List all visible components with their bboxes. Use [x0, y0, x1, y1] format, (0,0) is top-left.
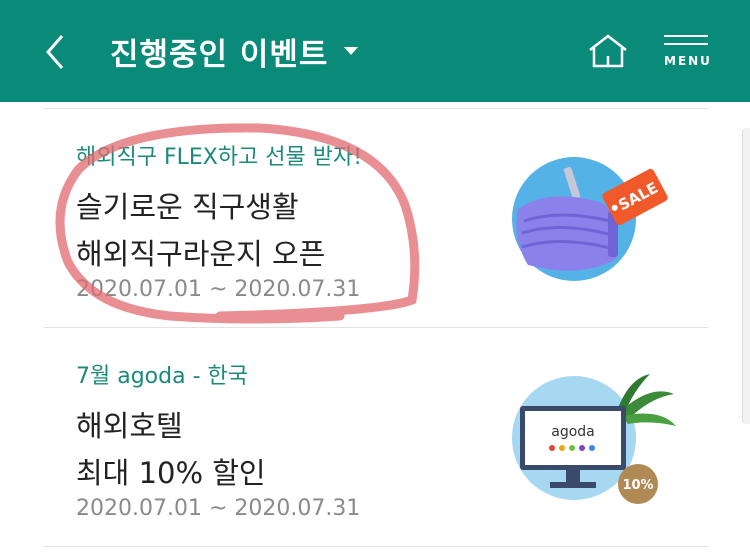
event-title-line1: 슬기로운 직구생활	[76, 190, 299, 224]
event-subtitle: 해외직구 FLEX하고 선물 받자!	[76, 145, 363, 170]
event-title-line1: 해외호텔	[76, 409, 183, 443]
dropdown-caret-icon	[344, 47, 359, 55]
back-arrow-icon	[46, 35, 64, 69]
divider	[44, 546, 708, 547]
home-icon	[589, 34, 627, 68]
app-header: 진행중인 이벤트 MENU	[0, 0, 750, 102]
menu-label: MENU	[664, 54, 712, 68]
scrollbar[interactable]	[742, 128, 750, 424]
event-list: 해외직구 FLEX하고 선물 받자! 슬기로운 직구생활 해외직구라운지 오픈 …	[44, 108, 708, 547]
menu-button[interactable]: MENU	[662, 30, 714, 74]
agoda-logo-text: agoda	[551, 424, 595, 440]
agoda-monitor-thumbnail: agoda 10%	[512, 374, 676, 504]
event-date: 2020.07.01 ~ 2020.07.31	[76, 496, 361, 521]
suitcase-sale-thumbnail: SALE	[512, 157, 668, 281]
event-title-line2: 해외직구라운지 오픈	[76, 237, 326, 271]
event-date: 2020.07.01 ~ 2020.07.31	[76, 277, 361, 302]
event-category-dropdown[interactable]: 진행중인 이벤트	[110, 26, 359, 76]
page-title: 진행중인 이벤트	[110, 36, 329, 73]
discount-badge-text: 10%	[622, 478, 653, 493]
event-title-line2: 최대 10% 할인	[76, 456, 266, 490]
back-button[interactable]	[38, 30, 78, 74]
menu-icon-bar	[664, 43, 708, 45]
home-button[interactable]	[585, 30, 631, 70]
event-item-flex[interactable]: 해외직구 FLEX하고 선물 받자! 슬기로운 직구생활 해외직구라운지 오픈 …	[44, 109, 708, 327]
event-item-agoda[interactable]: 7월 agoda - 한국 해외호텔 최대 10% 할인 2020.07.01 …	[44, 328, 708, 546]
menu-icon	[664, 35, 708, 37]
event-subtitle: 7월 agoda - 한국	[76, 364, 248, 389]
